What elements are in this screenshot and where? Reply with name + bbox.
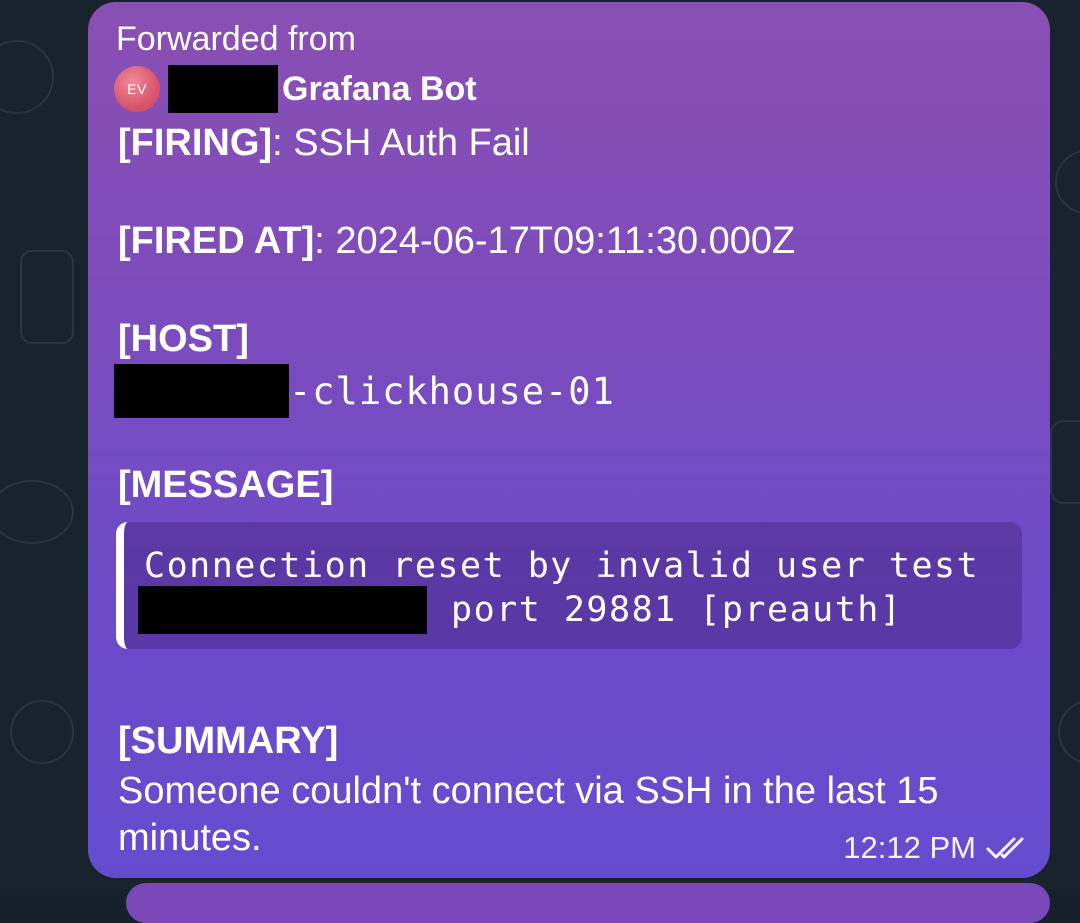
firing-value: : SSH Auth Fail [272, 122, 530, 164]
double-check-icon [986, 837, 1024, 859]
firing-label: [FIRING] [118, 122, 273, 164]
forwarded-sender[interactable]: EV Grafana Bot [114, 64, 477, 114]
code-line-1: Connection reset by invalid user test [144, 546, 980, 586]
next-message-bubble[interactable] [126, 883, 1050, 923]
firing-line: [FIRING]: SSH Auth Fail [118, 122, 530, 165]
fired-at-label: [FIRED AT] [118, 220, 315, 262]
host-label: [HOST] [118, 318, 249, 360]
host-suffix[interactable]: -clickhouse-01 [289, 370, 615, 413]
message-time: 12:12 PM [843, 830, 976, 865]
redacted-host [114, 364, 289, 418]
message-label: [MESSAGE] [118, 464, 334, 506]
host-value: -clickhouse-01 [114, 364, 615, 418]
code-line-2: port 29881 [preauth] [138, 586, 902, 634]
background-doodle [1058, 700, 1080, 764]
sender-name[interactable]: Grafana Bot [282, 70, 477, 109]
code-line-2-text: port 29881 [preauth] [451, 590, 903, 630]
background-doodle [1055, 150, 1080, 214]
code-block[interactable]: Connection reset by invalid user test po… [116, 522, 1022, 649]
fired-at-value: : 2024-06-17T09:11:30.000Z [314, 220, 796, 262]
redacted-name [168, 65, 278, 113]
background-doodle [10, 700, 74, 764]
background-doodle [1050, 420, 1080, 504]
message-bubble[interactable]: Forwarded from EV Grafana Bot [FIRING]: … [88, 2, 1050, 878]
background-doodle [20, 250, 74, 344]
summary-label: [SUMMARY] [118, 720, 339, 762]
background-doodle [0, 480, 74, 544]
forwarded-label: Forwarded from [116, 20, 356, 58]
background-doodle [0, 40, 54, 114]
message-meta: 12:12 PM [843, 830, 1032, 866]
fired-at-line: [FIRED AT]: 2024-06-17T09:11:30.000Z [118, 220, 795, 263]
sender-avatar[interactable]: EV [114, 66, 160, 112]
redacted-ip [138, 586, 427, 634]
